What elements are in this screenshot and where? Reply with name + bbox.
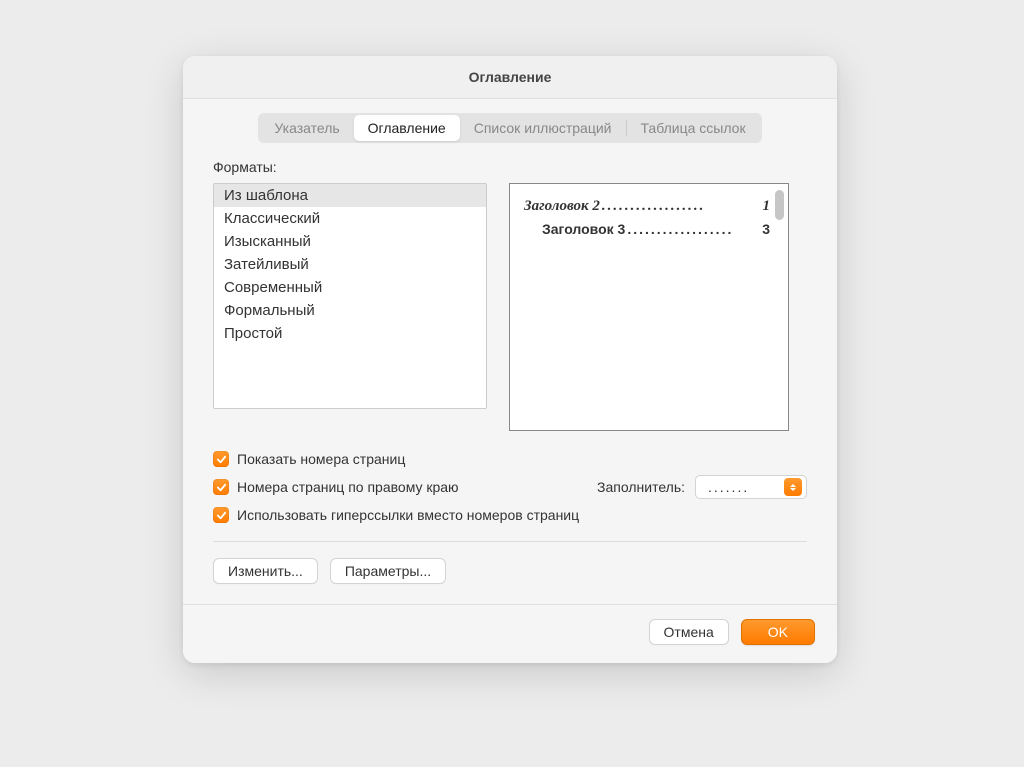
tab-refs[interactable]: Таблица ссылок xyxy=(627,115,760,141)
cancel-button[interactable]: Отмена xyxy=(649,619,729,645)
check-icon xyxy=(216,482,227,493)
preview-heading: Заголовок 3 xyxy=(542,221,625,237)
preview-scrollbar[interactable] xyxy=(775,190,784,220)
filler-value: ....... xyxy=(708,479,784,495)
checkbox-right-align[interactable] xyxy=(213,479,229,495)
dialog-body: Форматы: Из шаблона Классический Изыскан… xyxy=(183,153,837,604)
preview-page: 3 xyxy=(762,221,770,237)
tab-figures[interactable]: Список иллюстраций xyxy=(460,115,626,141)
tab-index[interactable]: Указатель xyxy=(260,115,353,141)
preview-leader: .................. xyxy=(627,221,760,237)
tab-toc[interactable]: Оглавление xyxy=(354,115,460,141)
list-item[interactable]: Затейливый xyxy=(214,253,486,276)
check-row-hyperlinks: Использовать гиперссылки вместо номеров … xyxy=(213,507,807,523)
dialog-title: Оглавление xyxy=(183,56,837,99)
tab-group: Указатель Оглавление Список иллюстраций … xyxy=(258,113,761,143)
options-checks: Показать номера страниц Номера страниц п… xyxy=(213,451,807,523)
check-row-show-pages: Показать номера страниц xyxy=(213,451,807,467)
preview-heading: Заголовок 2 xyxy=(524,198,600,215)
modify-button[interactable]: Изменить... xyxy=(213,558,318,584)
check-label: Показать номера страниц xyxy=(237,451,405,467)
check-label: Использовать гиперссылки вместо номеров … xyxy=(237,507,579,523)
formats-preview-row: Из шаблона Классический Изысканный Затей… xyxy=(213,183,807,431)
preview-leader: .................. xyxy=(602,198,761,215)
filler-select[interactable]: ....... xyxy=(695,475,807,499)
list-item[interactable]: Изысканный xyxy=(214,230,486,253)
list-item[interactable]: Из шаблона xyxy=(214,184,486,207)
divider xyxy=(213,541,807,542)
formats-label: Форматы: xyxy=(213,159,807,175)
check-icon xyxy=(216,454,227,465)
preview-page: 1 xyxy=(763,198,771,215)
filler-label: Заполнитель: xyxy=(597,479,685,495)
check-icon xyxy=(216,510,227,521)
toc-dialog: Оглавление Указатель Оглавление Список и… xyxy=(183,56,837,663)
secondary-buttons: Изменить... Параметры... xyxy=(213,558,807,584)
list-item[interactable]: Классический xyxy=(214,207,486,230)
ok-button[interactable]: OK xyxy=(741,619,815,645)
tab-bar: Указатель Оглавление Список иллюстраций … xyxy=(183,99,837,153)
list-item[interactable]: Формальный xyxy=(214,299,486,322)
preview-pane: Заголовок 2 .................. 1 Заголов… xyxy=(509,183,789,431)
check-row-right-align: Номера страниц по правому краю Заполните… xyxy=(213,475,807,499)
stepper-icon xyxy=(784,478,802,496)
options-button[interactable]: Параметры... xyxy=(330,558,446,584)
filler-group: Заполнитель: ....... xyxy=(597,475,807,499)
list-item[interactable]: Современный xyxy=(214,276,486,299)
dialog-footer: Отмена OK xyxy=(183,604,837,663)
formats-listbox[interactable]: Из шаблона Классический Изысканный Затей… xyxy=(213,183,487,409)
checkbox-hyperlinks[interactable] xyxy=(213,507,229,523)
checkbox-show-pages[interactable] xyxy=(213,451,229,467)
preview-line-2: Заголовок 3 .................. 3 xyxy=(524,221,770,237)
preview-line-1: Заголовок 2 .................. 1 xyxy=(524,198,770,215)
check-label: Номера страниц по правому краю xyxy=(237,479,459,495)
list-item[interactable]: Простой xyxy=(214,322,486,345)
